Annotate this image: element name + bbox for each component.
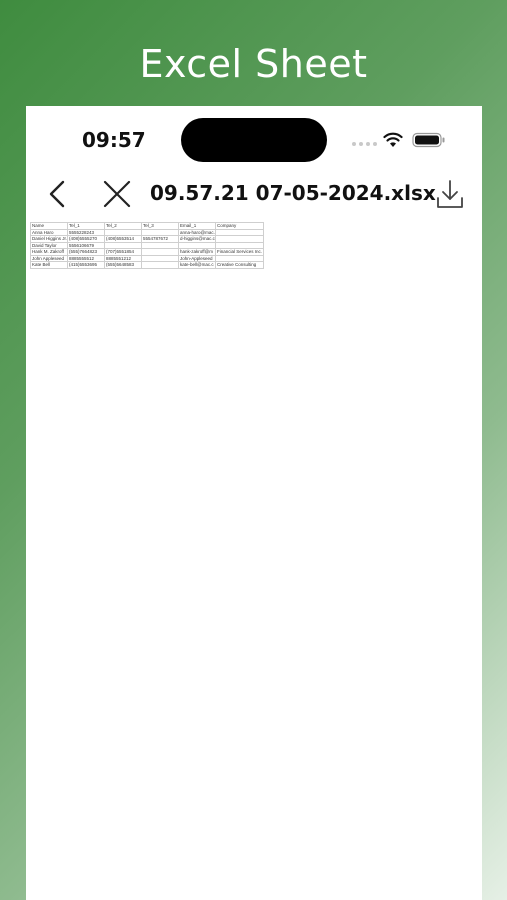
status-time: 09:57 — [82, 128, 146, 152]
table-row: Kate Bell (415)5553695 (555)5648583 kate… — [30, 261, 265, 269]
table-cell[interactable]: Creative Consulting — [214, 261, 265, 269]
close-button[interactable] — [102, 179, 132, 209]
table-cell[interactable]: Kate Bell — [30, 261, 68, 269]
table-cell[interactable]: kate-bell@mac.c — [178, 261, 216, 269]
table-cell[interactable]: (555)5648583 — [104, 261, 142, 269]
wifi-icon — [383, 132, 403, 147]
promo-title: Excel Sheet — [139, 42, 368, 86]
table-cell[interactable]: John-Appleseed — [178, 254, 216, 262]
back-button[interactable] — [46, 179, 68, 209]
file-name-title: 09.57.21 07-05-2024.xlsx — [150, 181, 436, 205]
table-cell[interactable]: d-higgins@mac.c — [178, 235, 216, 243]
table-cell[interactable]: Hank M. Zakroff — [30, 248, 68, 256]
table-cell[interactable]: Financial Services Inc. — [214, 248, 265, 256]
table-cell[interactable]: hank-zakroff@m — [178, 248, 216, 256]
table-cell[interactable]: Daniel Higgins Jr. — [30, 235, 68, 243]
table-cell[interactable]: John Appleseed — [30, 254, 68, 262]
battery-icon — [412, 132, 445, 148]
phone-screen: 09:57 09.57.21 07-05-2024.xlsx Name Tel_… — [26, 106, 482, 900]
cellular-signal-icon — [352, 142, 377, 146]
dynamic-island — [181, 118, 327, 162]
table-cell[interactable]: anna-haro@mac. — [178, 228, 216, 236]
table-cell[interactable]: (415)5553695 — [67, 261, 105, 269]
table-cell[interactable] — [141, 261, 179, 269]
download-button[interactable] — [435, 178, 465, 210]
spreadsheet-table: Name Tel_1 Tel_2 Tel_3 Email_1 Company A… — [30, 222, 265, 269]
